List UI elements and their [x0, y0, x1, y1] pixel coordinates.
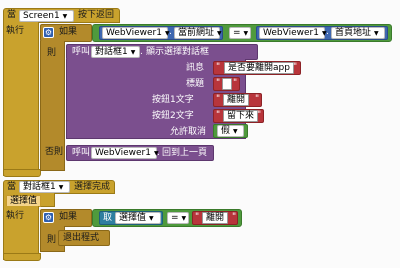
button1-text-value[interactable]: 離開 [223, 94, 250, 106]
go-back-method-label: 回到上一頁 [162, 148, 208, 158]
message-text-value[interactable]: 是否要離開app [224, 62, 294, 74]
gear-icon[interactable]: ⚙ [43, 212, 54, 223]
dropdown-arrow-icon: ▼ [181, 215, 187, 222]
current-url-dropdown[interactable]: 當前網址 ▼ [174, 27, 222, 39]
dropdown-arrow-icon: ▼ [149, 215, 154, 222]
event-name-label: 選擇完成 [74, 182, 111, 192]
component-name: 對話框1 [23, 182, 56, 192]
event-footer [3, 169, 41, 177]
quote-close: " [232, 212, 237, 222]
do-label: 執行 [6, 26, 25, 36]
component-name: WebViewer1 [263, 28, 319, 38]
method-label: . [140, 47, 143, 57]
dialog-method-label: 顯示選擇對話框 [146, 47, 210, 57]
screen-dropdown[interactable]: Screen1 ▼ [19, 10, 74, 22]
method-dot: . [157, 148, 160, 158]
dialog-component-dropdown[interactable]: 對話框1 ▼ [19, 181, 70, 193]
screen-name: Screen1 [23, 11, 60, 21]
dropdown-arrow-icon: ▼ [130, 49, 136, 56]
dropdown-arrow-icon: ▼ [58, 184, 64, 191]
variable-name: 選擇值 [119, 213, 147, 223]
dropdown-arrow-icon: ▼ [217, 30, 222, 37]
param-button2-label: 按鈕2文字 [152, 111, 194, 121]
compare-operator-dropdown[interactable]: = ▼ [229, 27, 251, 39]
call-label: 呼叫 [72, 47, 91, 57]
param-message-label: 訊息 [186, 63, 205, 73]
property-dot: . [326, 27, 329, 37]
quote-open: " [216, 110, 221, 120]
false-dropdown[interactable]: 假 ▼ [217, 125, 244, 137]
compare-operator-dropdown[interactable]: = ▼ [167, 212, 189, 224]
call-label: 呼叫 [72, 148, 91, 158]
property-name: 當前網址 [178, 28, 215, 38]
do-label: 執行 [6, 211, 25, 221]
when-label: 當 [7, 10, 17, 20]
if-label: 如果 [59, 212, 78, 222]
quote-close: " [293, 62, 298, 72]
quote-close: " [255, 94, 260, 104]
property-name: 首頁地址 [335, 28, 372, 38]
gear-icon[interactable]: ⚙ [43, 27, 54, 38]
close-application-label: 退出程式 [63, 233, 100, 243]
boolean-value: 假 [221, 126, 231, 136]
quote-open: " [216, 94, 221, 104]
quote-open: " [216, 78, 221, 88]
component-name: WebViewer1 [95, 148, 151, 158]
else-label: 否則 [45, 147, 64, 157]
variable-dropdown[interactable]: 選擇值 ▼ [115, 212, 161, 224]
operator: = [233, 28, 241, 38]
quote-close: " [257, 110, 262, 120]
quote-close: " [233, 78, 238, 88]
if-label: 如果 [59, 27, 78, 37]
then-label: 則 [47, 48, 57, 58]
quote-open: " [195, 212, 200, 222]
param-title-label: 標題 [186, 79, 205, 89]
event-body [3, 22, 39, 176]
then-label: 則 [47, 235, 57, 245]
webviewer-dropdown-right[interactable]: WebViewer1 ▼ [259, 27, 327, 39]
param-button1-label: 按鈕1文字 [152, 95, 194, 105]
dialog-component-dropdown[interactable]: 對話框1 ▼ [91, 46, 140, 58]
event-footer [3, 253, 41, 261]
title-text-value[interactable] [222, 78, 232, 90]
param-cancelable-label: 允許取消 [170, 127, 207, 137]
component-name: 對話框1 [95, 47, 128, 57]
dropdown-arrow-icon: ▼ [243, 30, 249, 37]
component-name: WebViewer1 [106, 28, 162, 38]
dropdown-arrow-icon: ▼ [374, 30, 379, 37]
button2-text-value[interactable]: 留下來 [223, 110, 259, 122]
dropdown-arrow-icon: ▼ [233, 128, 238, 135]
operator: = [171, 213, 179, 223]
webviewer-dropdown-left[interactable]: WebViewer1 ▼ [102, 27, 170, 39]
home-url-dropdown[interactable]: 首頁地址 ▼ [331, 27, 385, 39]
leave-text-value[interactable]: 離開 [202, 212, 229, 224]
property-dot: . [169, 27, 172, 37]
dropdown-arrow-icon: ▼ [62, 13, 68, 20]
when-label: 當 [7, 182, 17, 192]
event-name-label: 按下返回 [78, 10, 115, 20]
webviewer-goback-dropdown[interactable]: WebViewer1 ▼ [91, 147, 159, 159]
get-label: 取 [103, 213, 113, 223]
quote-open: " [216, 62, 221, 72]
